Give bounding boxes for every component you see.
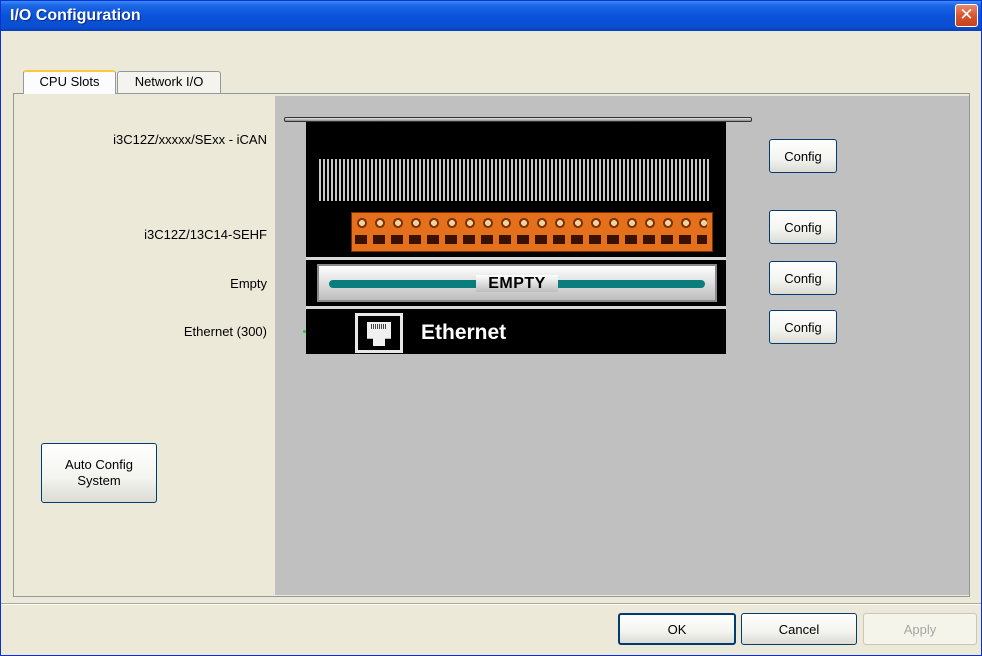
- tab-cpu-slots-label: CPU Slots: [39, 74, 100, 89]
- config-button-slot-2[interactable]: Config: [769, 210, 837, 244]
- tab-network-io-label: Network I/O: [134, 74, 204, 89]
- config-button-slot-3[interactable]: Config: [769, 261, 837, 295]
- apply-button[interactable]: Apply: [863, 613, 977, 645]
- terminal-slots: [355, 235, 707, 244]
- footer-separator: [1, 603, 981, 605]
- io-configuration-dialog: I/O Configuration ✕ CPU Slots Network I/…: [0, 0, 982, 656]
- title-bar[interactable]: I/O Configuration ✕: [1, 1, 981, 31]
- slot-1-label: i3C12Z/xxxxx/SExx - iCAN: [113, 132, 267, 147]
- auto-config-line-2: System: [77, 473, 121, 488]
- tab-cpu-slots[interactable]: CPU Slots: [23, 70, 116, 94]
- auto-config-line-1: Auto Config: [65, 457, 133, 472]
- ok-button[interactable]: OK: [618, 613, 736, 645]
- ethernet-module-text: Ethernet: [421, 321, 507, 344]
- io-terminal-block-module[interactable]: [351, 212, 713, 252]
- ethernet-led: [303, 330, 306, 333]
- config-button-label: Config: [784, 319, 822, 335]
- empty-slot-module[interactable]: EMPTY: [317, 264, 717, 302]
- close-button[interactable]: ✕: [955, 4, 978, 27]
- module-divider: [306, 306, 726, 309]
- slot-2-label: i3C12Z/13C14-SEHF: [144, 227, 267, 242]
- apply-button-label: Apply: [903, 621, 937, 637]
- module-divider: [306, 257, 726, 260]
- terminal-screws: [355, 217, 707, 229]
- config-button-label: Config: [784, 270, 822, 286]
- config-button-slot-4[interactable]: Config: [769, 310, 837, 344]
- ethernet-port-icon[interactable]: [355, 313, 403, 353]
- window-title: I/O Configuration: [10, 7, 141, 24]
- cancel-button[interactable]: Cancel: [741, 613, 857, 645]
- rj45-pins-icon: [371, 324, 387, 329]
- auto-config-system-button[interactable]: Auto Config System: [41, 443, 157, 503]
- slot-3-label: Empty: [230, 276, 267, 291]
- close-icon: ✕: [959, 5, 974, 24]
- cancel-button-label: Cancel: [778, 621, 820, 637]
- tab-network-io[interactable]: Network I/O: [117, 71, 221, 93]
- ican-module-grille[interactable]: [319, 159, 711, 201]
- empty-slot-text: EMPTY: [319, 275, 715, 293]
- config-button-label: Config: [784, 148, 822, 164]
- ok-button-label: OK: [667, 621, 687, 637]
- config-button-label: Config: [784, 219, 822, 235]
- config-button-slot-1[interactable]: Config: [769, 139, 837, 173]
- slot-4-label: Ethernet (300): [183, 324, 267, 339]
